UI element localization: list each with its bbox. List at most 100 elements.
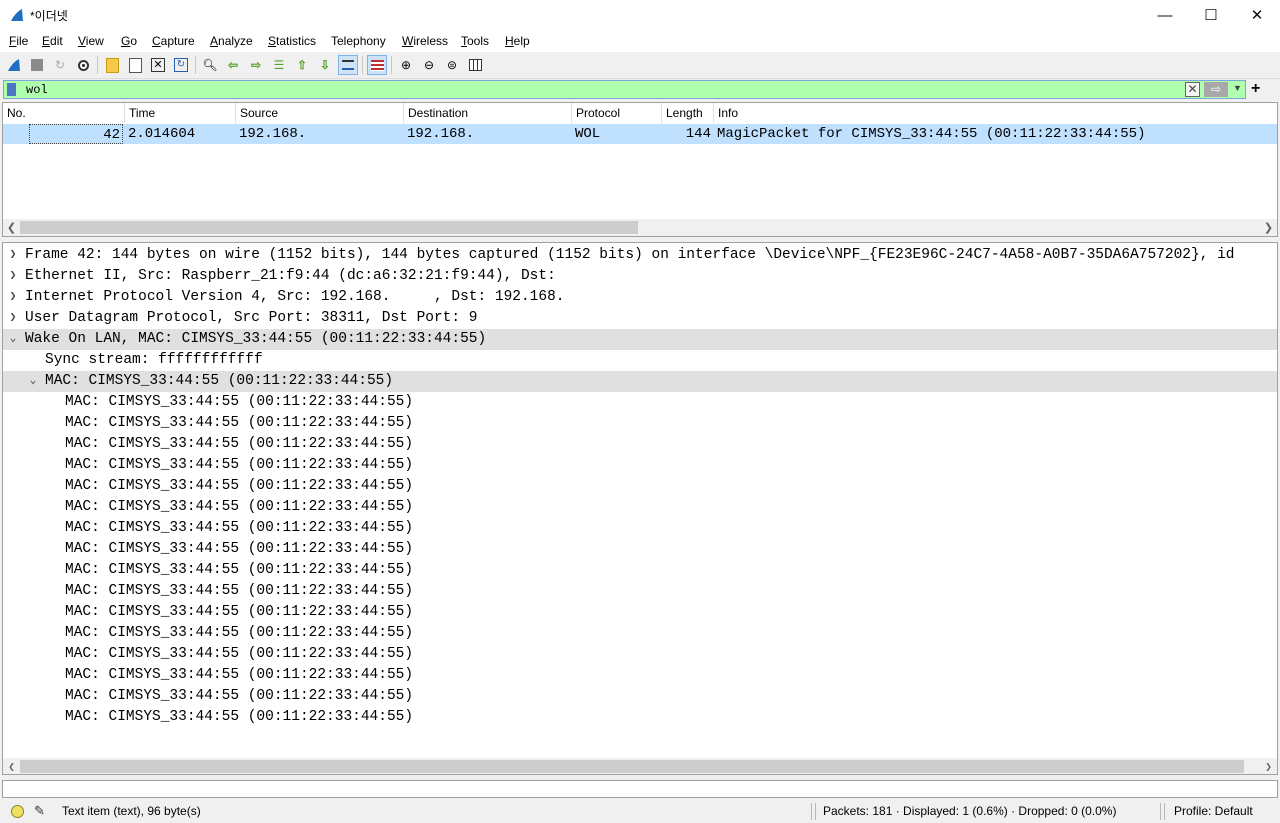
menu-file[interactable]: File — [9, 34, 28, 48]
status-profile[interactable]: Profile: Default — [1174, 804, 1253, 818]
col-header-source[interactable]: Source — [236, 103, 404, 123]
filter-dropdown-icon[interactable]: ▼ — [1233, 83, 1242, 93]
cell-source: 192.168. — [239, 126, 307, 142]
tree-item-mac[interactable]: MAC: CIMSYS_33:44:55 (00:11:22:33:44:55) — [3, 644, 1277, 665]
cell-protocol: WOL — [575, 126, 601, 142]
col-header-no[interactable]: No. — [3, 103, 125, 123]
save-file-icon[interactable] — [126, 56, 144, 74]
display-filter-value: wol — [26, 83, 48, 97]
go-to-packet-icon[interactable]: ☰ — [270, 56, 288, 74]
capture-options-icon[interactable] — [74, 56, 92, 74]
packet-details-tree[interactable]: ❯ Frame 42: 144 bytes on wire (1152 bits… — [2, 242, 1278, 775]
menu-help[interactable]: Help — [505, 34, 530, 48]
tree-item-mac[interactable]: MAC: CIMSYS_33:44:55 (00:11:22:33:44:55) — [3, 581, 1277, 602]
stop-capture-icon[interactable] — [28, 56, 46, 74]
zoom-out-icon[interactable]: ⊖ — [420, 56, 438, 74]
expand-chevron-icon[interactable]: ❯ — [7, 266, 19, 287]
tree-item-wol[interactable]: ⌄ Wake On LAN, MAC: CIMSYS_33:44:55 (00:… — [3, 329, 1277, 350]
go-forward-icon[interactable]: ⇨ — [247, 56, 265, 74]
tree-item-mac[interactable]: MAC: CIMSYS_33:44:55 (00:11:22:33:44:55) — [3, 623, 1277, 644]
cell-no: 42 — [29, 124, 123, 144]
tree-item-mac[interactable]: MAC: CIMSYS_33:44:55 (00:11:22:33:44:55) — [3, 539, 1277, 560]
restart-capture-icon[interactable]: ↻ — [51, 56, 69, 74]
auto-scroll-icon[interactable] — [338, 55, 358, 75]
tree-item-mac[interactable]: MAC: CIMSYS_33:44:55 (00:11:22:33:44:55) — [3, 434, 1277, 455]
menu-view[interactable]: View — [78, 34, 104, 48]
tree-item-ethernet[interactable]: ❯ Ethernet II, Src: Raspberr_21:f9:44 (d… — [3, 266, 1277, 287]
expert-info-icon[interactable] — [11, 805, 24, 818]
go-back-icon[interactable]: ⇦ — [224, 56, 242, 74]
start-capture-icon[interactable] — [5, 56, 23, 74]
tree-item-frame[interactable]: ❯ Frame 42: 144 bytes on wire (1152 bits… — [3, 245, 1277, 266]
tree-item-mac[interactable]: MAC: CIMSYS_33:44:55 (00:11:22:33:44:55) — [3, 686, 1277, 707]
packet-row[interactable]: 42 2.014604 192.168. 192.168. WOL 144 Ma… — [3, 124, 1277, 144]
col-header-protocol[interactable]: Protocol — [572, 103, 662, 123]
tree-item-mac[interactable]: MAC: CIMSYS_33:44:55 (00:11:22:33:44:55) — [3, 392, 1277, 413]
window-title: *이더넷 — [30, 9, 68, 23]
packet-list-hscrollbar[interactable]: ❮ ❯ — [3, 219, 1277, 236]
open-file-icon[interactable] — [103, 56, 121, 74]
menu-go[interactable]: Go — [121, 34, 137, 48]
scroll-left-icon[interactable]: ❮ — [3, 219, 20, 236]
close-file-icon[interactable]: ✕ — [149, 56, 167, 74]
details-hscrollbar[interactable]: ❮ ❯ — [3, 758, 1277, 774]
close-button[interactable]: ✕ — [1234, 0, 1280, 30]
zoom-normal-icon[interactable]: ⊜ — [443, 56, 461, 74]
colorize-icon[interactable] — [367, 55, 387, 75]
menu-edit[interactable]: Edit — [42, 34, 63, 48]
reload-file-icon[interactable]: ↻ — [172, 56, 190, 74]
packet-list[interactable]: No. Time Source Destination Protocol Len… — [2, 102, 1278, 237]
col-header-destination[interactable]: Destination — [404, 103, 572, 123]
menu-capture[interactable]: Capture — [152, 34, 195, 48]
minimize-button[interactable]: — — [1142, 0, 1188, 30]
main-toolbar: ↻ ✕ ↻ 🔍︎ ⇦ ⇨ ☰ ⇧ ⇩ ⊕ ⊖ ⊜ — [0, 52, 1280, 79]
cell-info: MagicPacket for CIMSYS_33:44:55 (00:11:2… — [717, 126, 1146, 142]
tree-item-mac[interactable]: MAC: CIMSYS_33:44:55 (00:11:22:33:44:55) — [3, 497, 1277, 518]
tree-item-sync-stream[interactable]: Sync stream: ffffffffffff — [3, 350, 1277, 371]
menu-wireless[interactable]: Wireless — [402, 34, 448, 48]
scroll-right-icon[interactable]: ❯ — [1260, 758, 1277, 774]
menu-analyze[interactable]: Analyze — [210, 34, 253, 48]
tree-item-mac[interactable]: MAC: CIMSYS_33:44:55 (00:11:22:33:44:55) — [3, 560, 1277, 581]
apply-filter-icon[interactable]: ⇨ — [1204, 82, 1228, 97]
capture-comment-icon[interactable]: ✎ — [34, 803, 45, 819]
tree-item-mac[interactable]: MAC: CIMSYS_33:44:55 (00:11:22:33:44:55) — [3, 665, 1277, 686]
menu-bar: File Edit View Go Capture Analyze Statis… — [0, 31, 1280, 52]
tree-item-mac[interactable]: MAC: CIMSYS_33:44:55 (00:11:22:33:44:55) — [3, 602, 1277, 623]
col-header-info[interactable]: Info — [714, 103, 1277, 123]
scroll-right-icon[interactable]: ❯ — [1260, 219, 1277, 236]
maximize-button[interactable]: ☐ — [1188, 0, 1234, 30]
menu-statistics[interactable]: Statistics — [268, 34, 316, 48]
expand-chevron-icon[interactable]: ❯ — [7, 245, 19, 266]
scrollbar-thumb[interactable] — [20, 221, 638, 234]
collapse-chevron-icon[interactable]: ⌄ — [27, 371, 39, 392]
tree-item-ip[interactable]: ❯ Internet Protocol Version 4, Src: 192.… — [3, 287, 1277, 308]
tree-item-mac[interactable]: MAC: CIMSYS_33:44:55 (00:11:22:33:44:55) — [3, 518, 1277, 539]
expand-chevron-icon[interactable]: ❯ — [7, 287, 19, 308]
resize-columns-icon[interactable] — [466, 56, 484, 74]
first-packet-icon[interactable]: ⇧ — [293, 56, 311, 74]
tree-item-mac[interactable]: MAC: CIMSYS_33:44:55 (00:11:22:33:44:55) — [3, 413, 1277, 434]
cell-length: 144 — [685, 126, 711, 142]
zoom-in-icon[interactable]: ⊕ — [397, 56, 415, 74]
collapse-chevron-icon[interactable]: ⌄ — [7, 329, 19, 350]
clear-filter-icon[interactable]: ✕ — [1185, 82, 1200, 97]
scroll-left-icon[interactable]: ❮ — [3, 758, 20, 774]
tree-item-mac-parent[interactable]: ⌄ MAC: CIMSYS_33:44:55 (00:11:22:33:44:5… — [3, 371, 1277, 392]
col-header-length[interactable]: Length — [662, 103, 714, 123]
packet-bytes-pane[interactable] — [2, 780, 1278, 798]
expand-chevron-icon[interactable]: ❯ — [7, 308, 19, 329]
tree-item-mac[interactable]: MAC: CIMSYS_33:44:55 (00:11:22:33:44:55) — [3, 455, 1277, 476]
tree-item-mac[interactable]: MAC: CIMSYS_33:44:55 (00:11:22:33:44:55) — [3, 707, 1277, 728]
bookmark-icon[interactable] — [7, 83, 16, 96]
menu-telephony[interactable]: Telephony — [331, 34, 386, 48]
add-filter-button[interactable]: + — [1251, 80, 1260, 98]
scrollbar-thumb[interactable] — [20, 760, 1244, 773]
tree-item-udp[interactable]: ❯ User Datagram Protocol, Src Port: 3831… — [3, 308, 1277, 329]
display-filter-input[interactable]: wol ✕ ⇨ ▼ — [3, 80, 1246, 99]
tree-item-mac[interactable]: MAC: CIMSYS_33:44:55 (00:11:22:33:44:55) — [3, 476, 1277, 497]
col-header-time[interactable]: Time — [125, 103, 236, 123]
find-packet-icon[interactable]: 🔍︎ — [201, 56, 219, 74]
menu-tools[interactable]: Tools — [461, 34, 489, 48]
last-packet-icon[interactable]: ⇩ — [316, 56, 334, 74]
